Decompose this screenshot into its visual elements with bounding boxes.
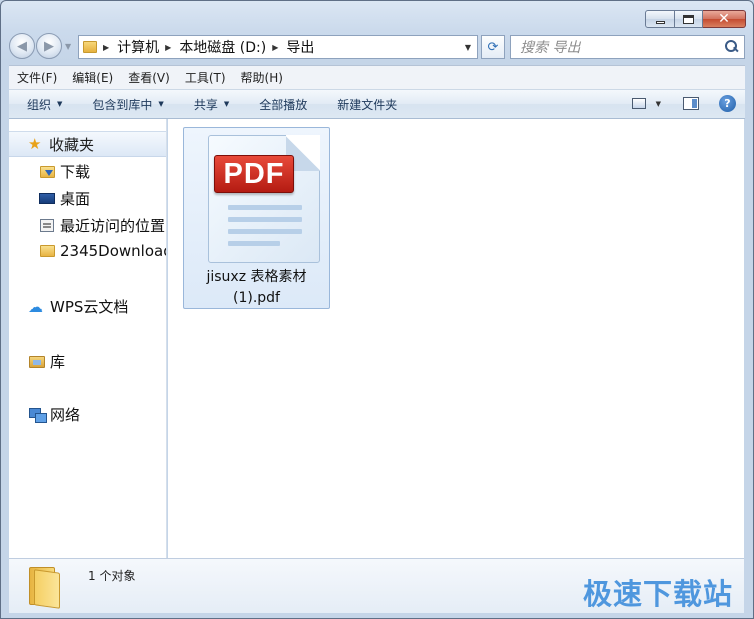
back-button[interactable]: ◀ [9, 33, 35, 59]
refresh-icon: ⟳ [487, 39, 499, 55]
forward-button[interactable]: ▶ [36, 33, 62, 59]
menu-help[interactable]: 帮助(H) [241, 69, 283, 86]
sidebar-item-favorites[interactable]: ★ 收藏夹 [9, 131, 166, 157]
sidebar-item-label: 下载 [60, 163, 91, 181]
dropdown-icon: ▼ [158, 100, 164, 108]
folder-icon [29, 567, 63, 609]
play-all-button[interactable]: 全部播放 [259, 96, 307, 113]
sidebar-item-label: 库 [50, 353, 66, 371]
breadcrumb-computer[interactable]: 计算机 [117, 37, 159, 57]
dropdown-icon: ▼ [57, 100, 63, 108]
sidebar-item-label: 桌面 [60, 190, 91, 208]
library-icon [29, 355, 45, 368]
menu-view[interactable]: 查看(V) [128, 69, 170, 86]
navigation-pane: ★ 收藏夹 下载 桌面 最近访问的位置 2345Downloads ☁ WPS云… [9, 119, 167, 558]
sidebar-item-network[interactable]: 网络 [29, 404, 80, 425]
file-name-line-2: (1).pdf [233, 290, 280, 306]
sidebar-item-label: 最近访问的位置 [60, 217, 166, 235]
change-view-icon[interactable] [631, 98, 646, 109]
folder-icon [40, 245, 55, 257]
item-count: 1 个对象 [88, 569, 136, 583]
search-box[interactable]: 搜索 导出 [510, 35, 745, 59]
close-button[interactable]: ✕ [703, 10, 746, 28]
file-name-line-1: jisuxz 表格素材 [206, 269, 307, 285]
sidebar-item-2345downloads[interactable]: 2345Downloads [40, 242, 166, 260]
caption-buttons: ✕ [645, 10, 746, 28]
minimize-button[interactable] [645, 10, 675, 28]
history-buttons: ◀ ▶ ▼ [9, 33, 71, 59]
search-icon[interactable] [722, 38, 740, 56]
cloud-icon: ☁ [28, 297, 43, 316]
include-in-library-label: 包含到库中 [92, 97, 153, 112]
pdf-file-icon: PDF [208, 135, 320, 263]
network-icon [29, 407, 47, 423]
folder-front [34, 569, 60, 609]
maximize-icon [683, 14, 694, 24]
help-icon[interactable]: ? [719, 95, 736, 112]
explorer-window: ✕ ◀ ▶ ▼ ▶ 计算机 ▶ 本地磁盘 (D:) ▶ 导出 ▼ ⟳ 搜索 导出… [0, 0, 754, 619]
close-icon: ✕ [718, 11, 730, 27]
dropdown-icon: ▼ [223, 100, 230, 108]
file-item[interactable]: PDF jisuxz 表格素材 (1).pdf [183, 127, 330, 309]
text-line [228, 205, 302, 210]
text-line [228, 217, 302, 222]
breadcrumb-separator-icon[interactable]: ▶ [103, 43, 109, 52]
menu-bar: 文件(F) 编辑(E) 查看(V) 工具(T) 帮助(H) [9, 65, 745, 89]
text-line [228, 229, 302, 234]
new-folder-button[interactable]: 新建文件夹 [337, 96, 397, 113]
file-name: jisuxz 表格素材 (1).pdf [186, 267, 327, 309]
breadcrumb-local-disk[interactable]: 本地磁盘 (D:) [179, 37, 266, 57]
minimize-icon [655, 20, 665, 24]
details-pane: 1 个对象 极速下载站 [9, 558, 744, 613]
refresh-button[interactable]: ⟳ [481, 35, 505, 59]
text-line [228, 241, 280, 246]
sidebar-item-desktop[interactable]: 桌面 [39, 188, 90, 209]
command-bar: 组织 ▼ 包含到库中 ▼ 共享 ▼ 全部播放 新建文件夹 ▼ ? [9, 89, 745, 119]
menu-tools[interactable]: 工具(T) [185, 69, 226, 86]
sidebar-item-recent-places[interactable]: 最近访问的位置 [40, 215, 165, 236]
pdf-badge: PDF [214, 155, 294, 193]
breadcrumb-export[interactable]: 导出 [286, 37, 314, 57]
breadcrumb-separator-icon[interactable]: ▶ [272, 43, 278, 52]
recent-pages-dropdown-icon[interactable]: ▼ [65, 42, 71, 51]
recent-places-icon [40, 219, 54, 232]
navigation-bar: ◀ ▶ ▼ ▶ 计算机 ▶ 本地磁盘 (D:) ▶ 导出 ▼ ⟳ 搜索 导出 [9, 32, 745, 62]
organize-label: 组织 [27, 97, 52, 112]
include-in-library-button[interactable]: 包含到库中 ▼ [92, 96, 163, 113]
play-all-label: 全部播放 [259, 97, 308, 112]
sidebar-item-label: WPS云文档 [50, 298, 129, 316]
sidebar-item-label: 收藏夹 [49, 135, 95, 154]
search-input[interactable]: 搜索 导出 [511, 37, 722, 57]
address-bar[interactable]: ▶ 计算机 ▶ 本地磁盘 (D:) ▶ 导出 ▼ [78, 35, 478, 59]
preview-pane-icon[interactable] [683, 97, 699, 110]
desktop-icon [39, 193, 55, 204]
view-controls: ▼ ? [631, 95, 736, 112]
sidebar-item-label: 网络 [50, 406, 81, 424]
watermark-logo: 极速下载站 [582, 577, 733, 611]
share-button[interactable]: 共享 ▼ [194, 96, 229, 113]
view-options-dropdown-icon[interactable]: ▼ [656, 100, 661, 108]
breadcrumb-separator-icon[interactable]: ▶ [165, 43, 171, 52]
forward-arrow-icon: ▶ [44, 38, 54, 54]
address-dropdown-icon[interactable]: ▼ [465, 43, 471, 52]
back-arrow-icon: ◀ [17, 38, 27, 54]
file-list-area[interactable]: PDF jisuxz 表格素材 (1).pdf [168, 119, 744, 558]
downloads-folder-icon [40, 165, 55, 178]
maximize-button[interactable] [675, 10, 703, 28]
menu-file[interactable]: 文件(F) [17, 69, 57, 86]
sidebar-item-downloads[interactable]: 下载 [40, 161, 90, 182]
menu-edit[interactable]: 编辑(E) [72, 69, 113, 86]
folder-icon [83, 41, 97, 53]
sidebar-item-label: 2345Downloads [60, 242, 166, 260]
sidebar-item-libraries[interactable]: 库 [29, 351, 65, 372]
star-icon: ★ [28, 135, 42, 153]
sidebar-item-wps-cloud[interactable]: ☁ WPS云文档 [28, 296, 128, 317]
share-label: 共享 [193, 97, 218, 112]
new-folder-label: 新建文件夹 [337, 97, 398, 112]
organize-button[interactable]: 组织 ▼ [27, 96, 62, 113]
